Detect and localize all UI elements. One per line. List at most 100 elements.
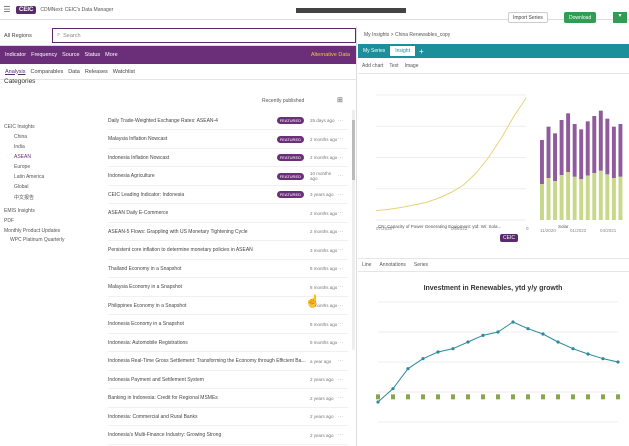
list-item[interactable]: Daily Trade-Weighted Exchange Rates: ASE… (108, 112, 348, 130)
tab-data[interactable]: Data (68, 69, 80, 75)
import-series-button[interactable]: Import Series (508, 12, 548, 23)
list-item-title[interactable]: Indonesia Real-Time Gross Settlement: Tr… (108, 358, 310, 364)
list-item[interactable]: Indonesia: Automobile Registrations 9 mon… (108, 334, 348, 352)
series-dropdown[interactable]: Series (414, 262, 428, 268)
category-wpc-platinum[interactable]: WPC Platinum Quarterly (10, 237, 64, 243)
category-ceic-insights[interactable]: CEIC Insights (4, 124, 35, 130)
investment-growth-chart[interactable]: Investment in Renewables, ytd y/y growth (358, 272, 629, 446)
list-item-title[interactable]: Indonesia Economy in a Snapshot (108, 321, 310, 327)
search-input[interactable]: ⌕ Search (52, 28, 356, 43)
list-item-title[interactable]: Malaysia Economy in a Snapshot (108, 284, 310, 290)
more-options-icon[interactable]: ··· (338, 136, 348, 142)
alternative-data-filter[interactable]: Alternative Data (311, 52, 350, 58)
list-item[interactable]: Indonesia Real-Time Gross Settlement: Tr… (108, 353, 348, 371)
sort-dropdown[interactable]: Recently published (262, 98, 304, 104)
filter-source[interactable]: Source (62, 52, 79, 58)
list-item[interactable]: ASEAN-5 Flows: Grappling with US Monetar… (108, 223, 348, 241)
list-scrollbar[interactable] (352, 110, 355, 350)
list-item[interactable]: Malaysia Inflation Nowcast FEATURED 2 mont… (108, 131, 348, 149)
list-item[interactable]: Indonesia Payment and Settlement System 2… (108, 371, 348, 389)
breadcrumb[interactable]: My Insights > China Renewables_copy (358, 26, 629, 44)
list-item-title[interactable]: CEIC Leading Indicator: Indonesia (108, 192, 277, 198)
category-india[interactable]: India (14, 144, 25, 150)
filter-frequency[interactable]: Frequency (31, 52, 57, 58)
list-item[interactable]: CEIC Leading Indicator: Indonesia FEATURE… (108, 186, 348, 204)
list-item-title[interactable]: Indonesia Inflation Nowcast (108, 155, 277, 161)
more-options-icon[interactable]: ··· (338, 155, 348, 161)
chart-type-dropdown[interactable]: Line (362, 262, 371, 268)
list-item-title[interactable]: Persistent core inflation to determine m… (108, 247, 310, 253)
more-options-icon[interactable]: ··· (338, 321, 348, 327)
regions-dropdown[interactable]: All Regions (0, 33, 52, 39)
more-options-icon[interactable]: ··· (338, 118, 348, 124)
list-item[interactable]: Thailand Economy in a Snapshot 8 months a… (108, 260, 348, 278)
annotations-dropdown[interactable]: Annotations (379, 262, 405, 268)
more-options-icon[interactable]: ··· (338, 377, 348, 383)
add-tab-icon[interactable]: + (419, 47, 424, 56)
tab-analysis[interactable]: Analysis (5, 69, 25, 75)
list-item[interactable]: Indonesia's Multi-Finance Industry: Grow… (108, 427, 348, 445)
category-chinese-reports[interactable]: 中文报告 (14, 194, 34, 201)
category-emis-insights[interactable]: EMIS Insights (4, 208, 35, 214)
list-item-title[interactable]: ASEAN-5 Flows: Grappling with US Monetar… (108, 229, 310, 235)
more-options-icon[interactable]: ··· (338, 414, 348, 420)
list-item-title[interactable]: ASEAN Daily E-Commerce (108, 210, 310, 216)
filter-status[interactable]: Status (85, 52, 101, 58)
more-options-icon[interactable]: ··· (338, 284, 348, 290)
list-item-title[interactable]: Indonesia Agriculture (108, 173, 277, 179)
category-monthly-updates[interactable]: Monthly Product Updates (4, 228, 60, 234)
more-options-icon[interactable]: ··· (338, 358, 348, 364)
category-latin-america[interactable]: Latin America (14, 174, 44, 180)
category-global[interactable]: Global (14, 184, 28, 190)
list-item-title[interactable]: Philippines Economy in a Snapshot (108, 303, 310, 309)
more-options-icon[interactable]: ··· (338, 303, 348, 309)
more-options-icon[interactable]: ··· (338, 192, 348, 198)
add-chart-button[interactable]: Add chart (362, 63, 383, 69)
more-options-icon[interactable]: ··· (338, 247, 348, 253)
more-options-icon[interactable]: ··· (338, 432, 348, 438)
list-item[interactable]: Indonesia Inflation Nowcast FEATURED 2 mon… (108, 149, 348, 167)
scrollbar-thumb[interactable] (352, 120, 355, 180)
list-item-title[interactable]: Indonesia: Commercial and Rural Banks (108, 414, 310, 420)
list-item-title[interactable]: Indonesia Payment and Settlement System (108, 377, 310, 383)
list-item-title[interactable]: Thailand Economy in a Snapshot (108, 266, 310, 272)
grid-view-icon[interactable]: ⊞ (337, 96, 349, 104)
tab-comparables[interactable]: Comparables (30, 69, 63, 75)
tab-watchlist[interactable]: Watchlist (113, 69, 135, 75)
tab-releases[interactable]: Releases (85, 69, 108, 75)
list-item-title[interactable]: Daily Trade-Weighted Exchange Rates: ASE… (108, 118, 277, 124)
tab-my-series[interactable]: My Series (358, 46, 390, 56)
download-button[interactable]: Download (564, 12, 597, 23)
more-options-icon[interactable]: ··· (338, 210, 348, 216)
list-item[interactable]: Indonesia Agriculture FEATURED 10 months a… (108, 168, 348, 186)
list-item-title[interactable]: Indonesia: Automobile Registrations (108, 340, 310, 346)
filter-more[interactable]: More (105, 52, 118, 58)
more-options-icon[interactable]: ··· (338, 173, 348, 179)
image-button[interactable]: Image (405, 63, 419, 69)
list-item-title[interactable]: Banking in Indonesia: Credit for Regiona… (108, 395, 310, 401)
list-item-title[interactable]: Indonesia's Multi-Finance Industry: Grow… (108, 432, 310, 438)
list-item[interactable]: ASEAN Daily E-Commerce 2 months ago ··· (108, 205, 348, 223)
filter-indicator[interactable]: Indicator (5, 52, 26, 58)
solar-bar-chart[interactable]: 11/2020 01/2022 04/2021 (536, 90, 629, 240)
chart1-legend: CN: Capacity of Power Generating Equipme… (378, 224, 502, 229)
more-options-icon[interactable]: ··· (338, 340, 348, 346)
tab-insight[interactable]: Insight (390, 46, 415, 56)
text-button[interactable]: Text (389, 63, 398, 69)
list-item-title[interactable]: Malaysia Inflation Nowcast (108, 136, 277, 142)
category-asean[interactable]: ASEAN (14, 154, 31, 160)
more-options-icon[interactable]: ··· (338, 229, 348, 235)
category-europe[interactable]: Europe (14, 164, 30, 170)
category-pdf[interactable]: PDF (4, 218, 14, 224)
list-item[interactable]: Persistent core inflation to determine m… (108, 242, 348, 260)
download-dropdown-icon[interactable]: ▾ (613, 12, 627, 23)
hamburger-icon[interactable]: ☰ (0, 5, 14, 14)
category-china[interactable]: China (14, 134, 27, 140)
list-item[interactable]: Indonesia Economy in a Snapshot 8 months … (108, 316, 348, 334)
solar-capacity-chart[interactable]: 07/202004/202201/2023 (368, 90, 529, 240)
list-item[interactable]: Indonesia: Commercial and Rural Banks 2 y… (108, 408, 348, 426)
list-item[interactable]: Banking in Indonesia: Credit for Regiona… (108, 390, 348, 408)
list-item-timestamp: 2 years ago (310, 395, 334, 401)
more-options-icon[interactable]: ··· (338, 266, 348, 272)
more-options-icon[interactable]: ··· (338, 395, 348, 401)
